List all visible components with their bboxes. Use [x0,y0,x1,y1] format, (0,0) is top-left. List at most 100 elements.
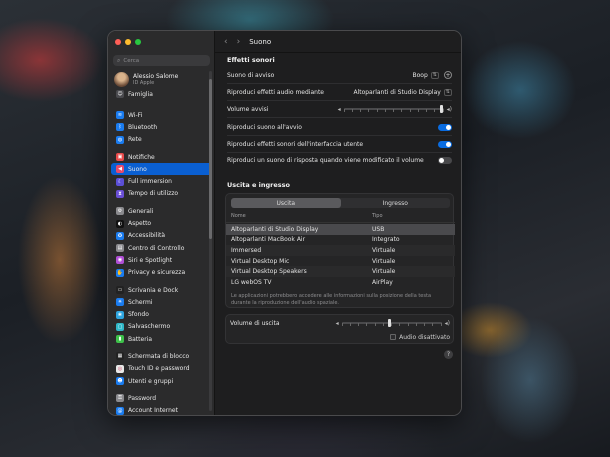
divider [227,83,452,84]
sidebar-item-label: Generali [128,207,154,215]
sidebar-item-suono[interactable]: ◀ Suono [111,163,212,176]
speaker-low-icon: ◂ [337,105,341,113]
fingerprint-icon: ◎ [116,364,124,373]
sidebar-item-password[interactable]: ⚿ Password [111,392,212,404]
updown-chevron-icon[interactable]: ⇅ [430,71,439,79]
play-via-popup[interactable]: Altoparlanti di Studio Display [353,89,440,96]
sidebar-item-notifiche[interactable]: ▣ Notifiche [111,151,212,163]
search-input[interactable] [123,57,204,64]
sidebar-item-label: Tempo di utilizzo [128,190,179,198]
divider [227,117,452,118]
sidebar-item-batteria[interactable]: ▮ Batteria [111,333,212,345]
sidebar-item-label: Notifiche [128,153,155,161]
search-field[interactable]: ⌕ [113,55,210,66]
sidebar-item-label: Siri e Spotlight [128,256,173,264]
divider [227,100,452,101]
bluetooth-icon: ᛒ [116,123,124,132]
family-icon: ☺ [116,90,124,99]
sidebar-item-schermata-di-blocco[interactable]: ▦ Schermata di blocco [111,350,212,362]
startup-sound-label: Riproduci suono all'avvio [227,123,302,131]
column-header-type[interactable]: Tipo [372,213,383,222]
mute-checkbox[interactable] [390,334,397,340]
back-chevron-icon[interactable]: ‹ [224,37,228,47]
tab-output[interactable]: Uscita [231,198,341,208]
apple-id-account[interactable]: Alessio Salome ID Apple [114,72,178,87]
sidebar-item-family[interactable]: ☺ Famiglia [111,88,212,100]
sidebar-item-centro-di-controllo[interactable]: ▤ Centro di Controllo [111,242,212,254]
sidebar-item-bluetooth[interactable]: ᛒ Bluetooth [111,121,212,133]
output-volume-row: Volume di uscita ◂ ◂) [230,316,450,330]
sidebar-item-generali[interactable]: ⚙ Generali [111,205,212,217]
help-button[interactable]: ? [444,350,453,359]
device-name: Virtual Desktop Mic [231,257,290,265]
slider-knob[interactable] [440,105,444,113]
mute-label: Audio disattivato [399,333,450,341]
device-name: Altoparlanti MacBook Air [231,236,306,244]
startup-sound-toggle[interactable] [438,123,452,131]
minimize-button[interactable] [125,39,131,45]
sidebar-item-utenti-e-gruppi[interactable]: ☻ Utenti e gruppi [111,375,212,387]
sidebar-item-label: Schermata di blocco [128,352,190,360]
alert-volume-label: Volume avvisi [227,105,269,113]
device-type: Virtuale [372,257,396,265]
at-icon: @ [116,406,124,415]
ui-sounds-toggle[interactable] [438,140,452,148]
updown-chevron-icon[interactable]: ⇅ [443,88,452,96]
sidebar-item-sfondo[interactable]: ❀ Sfondo [111,308,212,320]
gear-icon: ⚙ [116,207,124,216]
volume-feedback-label: Riproduci un suono di risposta quando vi… [227,156,424,164]
bell-icon: ▣ [116,153,124,162]
moon-icon: ☾ [116,177,124,186]
sidebar: ⌕ Alessio Salome ID Apple ☺ Famiglia ≋ Wi… [108,31,215,415]
sidebar-item-salvaschermo[interactable]: ▢ Salvaschermo [111,321,212,333]
table-row[interactable]: Immersed Virtuale [226,245,455,256]
output-volume-slider[interactable] [341,319,442,327]
sidebar-item-tempo-di-utilizzo[interactable]: ⧗ Tempo di utilizzo [111,188,212,200]
speaker-low-icon: ◂ [335,319,339,327]
device-type: Integrato [372,236,400,244]
device-type: AirPlay [372,278,393,286]
sidebar-item-label: Schermi [128,298,153,306]
alert-sound-popup[interactable]: Boop [413,72,428,79]
table-row[interactable]: Virtual Desktop Mic Virtuale [226,256,455,267]
sidebar-item-schermi[interactable]: ✳ Schermi [111,296,212,308]
sidebar-item-rete[interactable]: ◍ Rete [111,134,212,146]
table-row[interactable]: Virtual Desktop Speakers Virtuale [226,266,455,277]
device-name: Immersed [231,246,262,254]
output-input-panel: Uscita Ingresso Nome Tipo Altoparlanti d… [225,193,455,308]
toolbar: ‹ › Suono [215,31,461,53]
output-input-segmented-control: Uscita Ingresso [231,198,450,208]
sidebar-item-wi-fi[interactable]: ≋ Wi-Fi [111,109,212,121]
sidebar-nav: ≋ Wi-Fi ᛒ Bluetooth ◍ Rete ▣ Notifiche ◀ Suono ☾ Fu… [111,109,212,415]
sidebar-item-touch-id-e-password[interactable]: ◎ Touch ID e password [111,363,212,375]
users-icon: ☻ [116,377,124,386]
section-title-effects: Effetti sonori [227,56,275,64]
sidebar-item-scrivania-e-dock[interactable]: ▭ Scrivania e Dock [111,284,212,296]
sidebar-item-label: Sfondo [128,311,149,319]
appearance-icon: ◐ [116,219,124,228]
table-row[interactable]: Altoparlanti MacBook Air Integrato [226,235,455,246]
sidebar-scrollbar[interactable] [209,71,212,411]
sidebar-item-account-internet[interactable]: @ Account Internet [111,405,212,415]
sidebar-item-full-immersion[interactable]: ☾ Full immersion [111,175,212,187]
zoom-button[interactable] [135,39,141,45]
sidebar-item-label: Salvaschermo [128,323,171,331]
ui-sounds-row: Riproduci effetti sonori dell'interfacci… [227,137,452,151]
sidebar-item-aspetto[interactable]: ◐ Aspetto [111,217,212,229]
sidebar-item-label: Scrivania e Dock [128,286,179,294]
volume-feedback-toggle[interactable] [438,156,452,164]
sidebar-item-accessibilit[interactable]: ✪ Accessibilità [111,230,212,242]
siri-icon: ◉ [116,256,124,265]
forward-chevron-icon[interactable]: › [237,37,241,47]
sidebar-item-privacy-e-sicurezza[interactable]: ✋ Privacy e sicurezza [111,267,212,279]
speaker-icon: ◀ [116,165,124,174]
alert-volume-slider[interactable] [343,105,444,113]
tab-input[interactable]: Ingresso [341,198,451,208]
table-row[interactable]: Altoparlanti di Studio Display USB [226,224,455,235]
slider-knob[interactable] [388,319,392,327]
sidebar-item-siri-e-spotlight[interactable]: ◉ Siri e Spotlight [111,254,212,266]
table-row[interactable]: LG webOS TV AirPlay [226,277,455,288]
add-sound-button[interactable]: + [444,71,452,79]
column-header-name[interactable]: Nome [226,213,372,222]
close-button[interactable] [115,39,121,45]
